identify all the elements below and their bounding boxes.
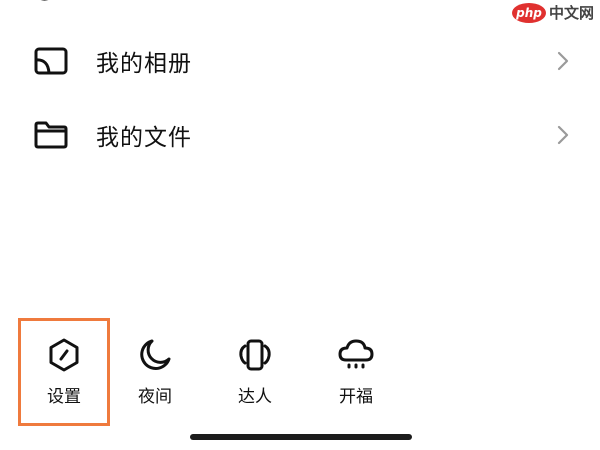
quick-action-night[interactable]: 夜间: [109, 318, 201, 426]
menu-item-album[interactable]: 我的相册: [0, 24, 600, 98]
partial-top-icon: [40, 0, 49, 1]
watermark-text: 中文网: [548, 4, 594, 22]
quick-action-expert[interactable]: 达人: [209, 318, 301, 426]
quick-action-label: 达人: [238, 387, 272, 407]
chevron-right-icon: [557, 51, 569, 71]
menu-list: 我的相册 我的文件: [0, 24, 600, 172]
quick-action-label: 夜间: [138, 387, 172, 407]
expert-icon: [239, 339, 271, 371]
quick-action-settings[interactable]: 设置: [18, 318, 110, 426]
folder-icon: [34, 121, 68, 149]
quick-action-label: 开福: [339, 387, 373, 407]
menu-item-label: 我的文件: [96, 125, 192, 151]
menu-item-label: 我的相册: [96, 51, 192, 77]
album-icon: [34, 47, 68, 75]
cloud-rain-icon: [338, 339, 374, 369]
menu-item-files[interactable]: 我的文件: [0, 98, 600, 172]
quick-action-blessing[interactable]: 开福: [310, 318, 402, 426]
watermark-logo: php: [511, 2, 546, 23]
home-indicator[interactable]: [190, 434, 412, 440]
chevron-right-icon: [557, 125, 569, 145]
quick-action-bar: 设置 夜间 达人 开福: [0, 318, 600, 428]
watermark: php 中文网: [511, 2, 594, 23]
moon-icon: [140, 339, 171, 370]
quick-action-label: 设置: [47, 387, 81, 407]
settings-icon: [49, 338, 79, 372]
